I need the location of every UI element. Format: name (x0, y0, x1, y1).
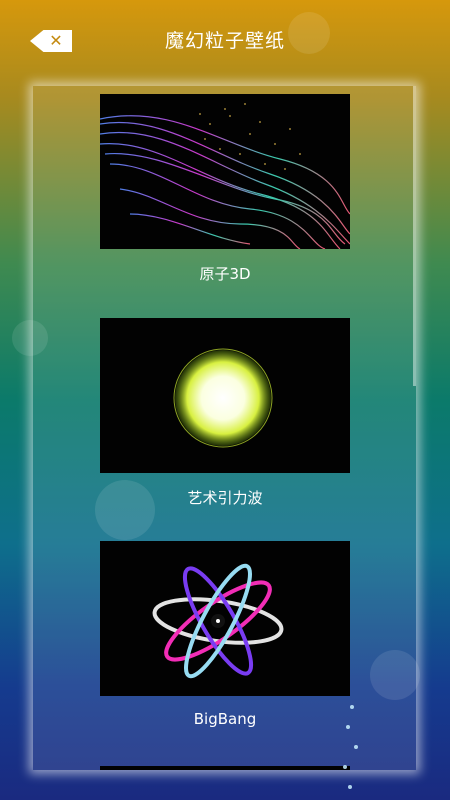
sparkle (348, 785, 352, 789)
sparkle (343, 765, 347, 769)
sparkle (346, 725, 350, 729)
header-bar: ✕ 魔幻粒子壁纸 (0, 0, 450, 78)
wallpaper-name: BigBang (193, 710, 257, 728)
wallpaper-name: 原子3D (199, 265, 251, 283)
sparkle (354, 745, 358, 749)
scrollbar[interactable] (413, 86, 416, 386)
wallpaper-card[interactable]: 艺术引力波 (100, 318, 350, 508)
wallpaper-thumbnail-particle-swirl[interactable] (100, 94, 350, 249)
sparkle (350, 705, 354, 709)
wallpaper-thumbnail-gravity-orb[interactable] (100, 318, 350, 473)
wallpaper-card[interactable]: 原子3D (100, 94, 350, 284)
page-title: 魔幻粒子壁纸 (164, 30, 285, 52)
wallpaper-name: 艺术引力波 (187, 489, 263, 507)
next-card-edge (100, 766, 350, 770)
wallpaper-card[interactable]: BigBang (100, 541, 350, 728)
wallpaper-thumbnail-atom-orbits[interactable] (100, 541, 350, 696)
wallpaper-list[interactable]: 原子3D 艺术引力波 BigBang (33, 86, 416, 770)
